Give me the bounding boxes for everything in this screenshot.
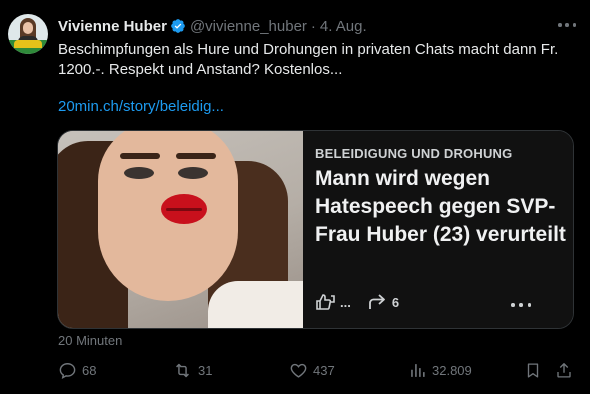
verified-badge-icon <box>171 19 185 33</box>
views-button[interactable]: 32.809 <box>408 361 472 380</box>
tweet-header: Vivienne Huber @vivienne_huber · 4. Aug. <box>58 16 367 36</box>
author-handle[interactable]: @vivienne_huber <box>190 18 307 35</box>
avatar-flag <box>14 40 42 48</box>
separator-dot: · <box>310 17 316 35</box>
card-share[interactable]: 6 <box>367 293 399 311</box>
card-more-icon[interactable] <box>511 302 531 308</box>
like-count: 437 <box>313 363 335 378</box>
heart-icon <box>290 363 307 378</box>
retweet-count: 31 <box>198 363 213 378</box>
thumbs-up-down-icon <box>316 294 335 310</box>
card-content: BELEIDIGUNG UND DROHUNG Mann wird wegen … <box>303 131 573 328</box>
tweet-text: Beschimpfungen als Hure und Drohungen in… <box>58 41 559 78</box>
card-image <box>58 131 303 328</box>
card-share-count: 6 <box>391 294 400 310</box>
more-options-icon[interactable] <box>558 18 576 32</box>
card-reactions[interactable]: ... <box>315 293 351 311</box>
author-name[interactable]: Vivienne Huber <box>58 18 167 35</box>
tweet-actions: 68 31 437 32.809 <box>58 361 578 381</box>
tweet-link[interactable]: 20min.ch/story/beleidig... <box>58 98 224 115</box>
share-arrow-icon <box>368 294 385 309</box>
link-preview-card[interactable]: BELEIDIGUNG UND DROHUNG Mann wird wegen … <box>57 130 574 329</box>
views-count: 32.809 <box>432 363 472 378</box>
card-actions: ... 6 <box>315 293 409 311</box>
like-button[interactable]: 437 <box>289 361 335 380</box>
avatar[interactable] <box>8 14 48 54</box>
reply-button[interactable]: 68 <box>58 361 96 380</box>
retweet-icon <box>176 363 189 378</box>
bookmark-button[interactable] <box>524 361 542 380</box>
retweet-button[interactable]: 31 <box>172 361 212 380</box>
tweet-date[interactable]: 4. Aug. <box>320 18 367 35</box>
reply-count: 68 <box>82 363 97 378</box>
views-chart-icon <box>411 364 425 377</box>
card-reaction-count: ... <box>340 294 351 310</box>
avatar-face <box>23 22 33 34</box>
bookmark-icon <box>527 363 539 378</box>
share-icon <box>557 363 571 378</box>
share-button[interactable] <box>555 361 573 380</box>
reply-icon <box>59 363 76 379</box>
card-source: 20 Minuten <box>58 333 123 348</box>
card-headline: Mann wird wegen Hatespeech gegen SVP-Fra… <box>315 167 566 246</box>
card-kicker: BELEIDIGUNG UND DROHUNG <box>315 146 513 161</box>
